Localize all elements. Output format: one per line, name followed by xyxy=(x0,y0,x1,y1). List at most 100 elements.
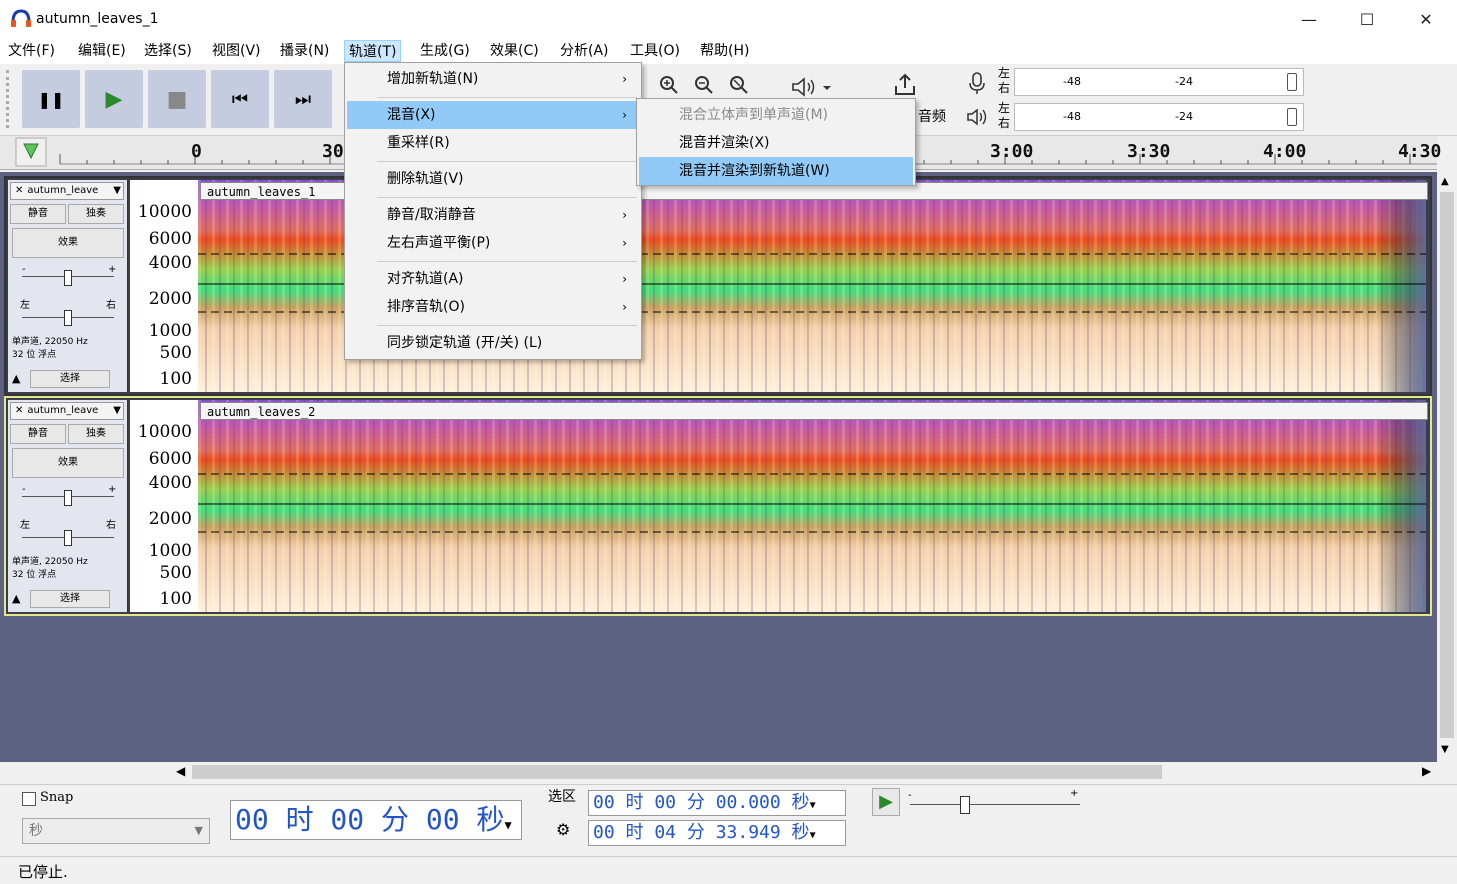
track-1[interactable]: ✕ autumn_leave ▼ 静音 独奏 效果 - + 左 右 单声道, 220… xyxy=(4,176,1432,396)
window-title: autumn_leaves_1 xyxy=(36,11,159,27)
collapse-arrow-icon[interactable]: ▲ xyxy=(12,592,20,605)
menu-mute-unmute[interactable]: 静音/取消静音 › xyxy=(347,201,639,229)
audio-position-display[interactable]: 00 时 00 分 00 秒▼ xyxy=(230,800,522,840)
submenu-arrow-icon: › xyxy=(622,208,627,222)
menu-analyze[interactable]: 分析(A) xyxy=(556,40,613,62)
gain-plus-label: + xyxy=(108,264,117,275)
audio-position-value: 00 时 00 分 00 秒 xyxy=(235,803,505,836)
menu-mix-and-render[interactable]: 混音并渲染(X) xyxy=(639,129,913,157)
snap-checkbox[interactable] xyxy=(22,792,36,806)
record-meter-slider[interactable] xyxy=(1287,73,1297,91)
scroll-left-icon[interactable]: ◀ xyxy=(176,764,185,778)
vertical-scrollbar[interactable]: ▲ ▼ xyxy=(1437,172,1457,762)
menu-resample[interactable]: 重采样(R) xyxy=(347,129,639,157)
gain-minus-label: - xyxy=(22,484,26,495)
play-button[interactable]: ▶ xyxy=(85,70,143,128)
minimize-button[interactable]: — xyxy=(1280,0,1338,38)
menu-mix-and-render-new-track[interactable]: 混音并渲染到新轨道(W) xyxy=(639,157,913,185)
menu-tools[interactable]: 工具(O) xyxy=(626,40,684,62)
share-audio-icon[interactable] xyxy=(890,70,920,100)
frequency-scale[interactable]: 10000 6000 4000 2000 1000 500 100 xyxy=(130,400,198,612)
clip-name-bar[interactable]: autumn_leaves_2 xyxy=(200,402,1428,420)
selection-start-display[interactable]: 00 时 00 分 00.000 秒▼ xyxy=(588,790,846,816)
track-name-menu[interactable]: ✕ autumn_leave ▼ xyxy=(10,182,124,200)
effects-button[interactable]: 效果 xyxy=(12,448,124,478)
pause-button[interactable]: ❚❚ xyxy=(22,70,80,128)
menu-item-label: 左右声道平衡(P) xyxy=(387,235,491,251)
toolbar-grip[interactable] xyxy=(6,70,14,128)
horizontal-scrollbar[interactable]: ◀ ▶ xyxy=(172,762,1437,782)
menu-file[interactable]: 文件(F) xyxy=(4,40,59,62)
menu-tracks[interactable]: 轨道(T) xyxy=(344,40,402,62)
menu-separator xyxy=(377,261,637,262)
maximize-button[interactable]: ☐ xyxy=(1338,0,1396,38)
frequency-scale[interactable]: 10000 6000 4000 2000 1000 500 100 xyxy=(130,180,198,392)
effects-button[interactable]: 效果 xyxy=(12,228,124,258)
menu-select[interactable]: 选择(S) xyxy=(140,40,196,62)
horizontal-scroll-thumb[interactable] xyxy=(192,765,1162,779)
select-track-button[interactable]: 选择 xyxy=(30,590,110,608)
spectrogram[interactable] xyxy=(198,400,1426,612)
track-control-panel: ✕ autumn_leave ▼ 静音 独奏 效果 - + 左 右 单声道, 220… xyxy=(8,400,128,612)
track-name-menu[interactable]: ✕ autumn_leave ▼ xyxy=(10,402,124,420)
stop-button[interactable]: ■ xyxy=(148,70,206,128)
scale-label: 10000 xyxy=(137,202,192,222)
collapse-arrow-icon[interactable]: ▲ xyxy=(12,372,20,385)
gain-slider[interactable] xyxy=(64,270,72,286)
track-close-icon[interactable]: ✕ xyxy=(11,405,27,416)
menu-pan[interactable]: 左右声道平衡(P) › xyxy=(347,229,639,257)
snap-unit-select[interactable]: 秒 ▼ xyxy=(22,818,210,844)
skip-to-end-button[interactable]: ⏭ xyxy=(274,70,332,128)
playback-meter-slider[interactable] xyxy=(1287,108,1297,126)
zoom-out-icon[interactable] xyxy=(689,70,719,100)
vertical-scroll-thumb[interactable] xyxy=(1440,192,1454,738)
menu-mix-stereo-to-mono[interactable]: 混合立体声到单声道(M) xyxy=(639,101,913,129)
scale-label: 10000 xyxy=(137,422,192,442)
menu-sync-lock[interactable]: 同步锁定轨道 (开/关) (L) xyxy=(347,329,639,357)
menu-remove-tracks[interactable]: 删除轨道(V) xyxy=(347,165,639,193)
skip-end-icon: ⏭ xyxy=(294,88,312,110)
select-track-button[interactable]: 选择 xyxy=(30,370,110,388)
menu-item-label: 混音并渲染(X) xyxy=(679,135,770,151)
speaker-icon[interactable] xyxy=(964,102,992,132)
mix-submenu: 混合立体声到单声道(M) 混音并渲染(X) 混音并渲染到新轨道(W) xyxy=(636,98,916,186)
ruler-label: 30 xyxy=(322,141,344,162)
track-close-icon[interactable]: ✕ xyxy=(11,185,27,196)
solo-button[interactable]: 独奏 xyxy=(68,424,124,444)
menu-sort-tracks[interactable]: 排序音轨(O) › xyxy=(347,293,639,321)
gain-slider[interactable] xyxy=(64,490,72,506)
zoom-in-icon[interactable] xyxy=(654,70,684,100)
close-window-button[interactable]: ✕ xyxy=(1397,0,1455,38)
pan-slider[interactable] xyxy=(64,530,72,546)
pan-slider[interactable] xyxy=(64,310,72,326)
gear-icon[interactable]: ⚙ xyxy=(556,820,570,839)
scroll-up-icon[interactable]: ▲ xyxy=(1441,176,1449,187)
playback-level-meter[interactable]: -48 -24 xyxy=(1014,103,1304,131)
microphone-icon[interactable] xyxy=(964,68,990,98)
title-bar: autumn_leaves_1 — ☐ ✕ xyxy=(0,0,1457,38)
record-level-meter[interactable]: -48 -24 xyxy=(1014,68,1304,96)
play-at-speed-button[interactable]: ▶ xyxy=(872,788,900,816)
zoom-fit-icon[interactable] xyxy=(724,70,754,100)
play-speed-slider[interactable] xyxy=(960,796,970,814)
scale-label: 1000 xyxy=(148,321,192,341)
selection-end-display[interactable]: 00 时 04 分 33.949 秒▼ xyxy=(588,820,846,846)
menu-transport[interactable]: 播录(N) xyxy=(276,40,333,62)
menu-align-tracks[interactable]: 对齐轨道(A) › xyxy=(347,265,639,293)
menu-generate[interactable]: 生成(G) xyxy=(416,40,474,62)
track-2[interactable]: ✕ autumn_leave ▼ 静音 独奏 效果 - + 左 右 单声道, 220… xyxy=(4,396,1432,616)
mute-button[interactable]: 静音 xyxy=(10,424,66,444)
skip-to-start-button[interactable]: ⏮ xyxy=(211,70,269,128)
menu-edit[interactable]: 编辑(E) xyxy=(74,40,130,62)
mute-button[interactable]: 静音 xyxy=(10,204,66,224)
menu-effect[interactable]: 效果(C) xyxy=(486,40,543,62)
menu-help[interactable]: 帮助(H) xyxy=(696,40,753,62)
scroll-down-icon[interactable]: ▼ xyxy=(1441,744,1449,755)
scroll-right-icon[interactable]: ▶ xyxy=(1422,764,1431,778)
solo-button[interactable]: 独奏 xyxy=(68,204,124,224)
menu-add-new-track[interactable]: 增加新轨道(N) › xyxy=(347,65,639,93)
scale-label: 500 xyxy=(159,563,192,583)
menu-mix[interactable]: 混音(X) › xyxy=(347,101,639,129)
menu-view[interactable]: 视图(V) xyxy=(208,40,265,62)
chevron-down-icon: ▼ xyxy=(113,185,121,196)
